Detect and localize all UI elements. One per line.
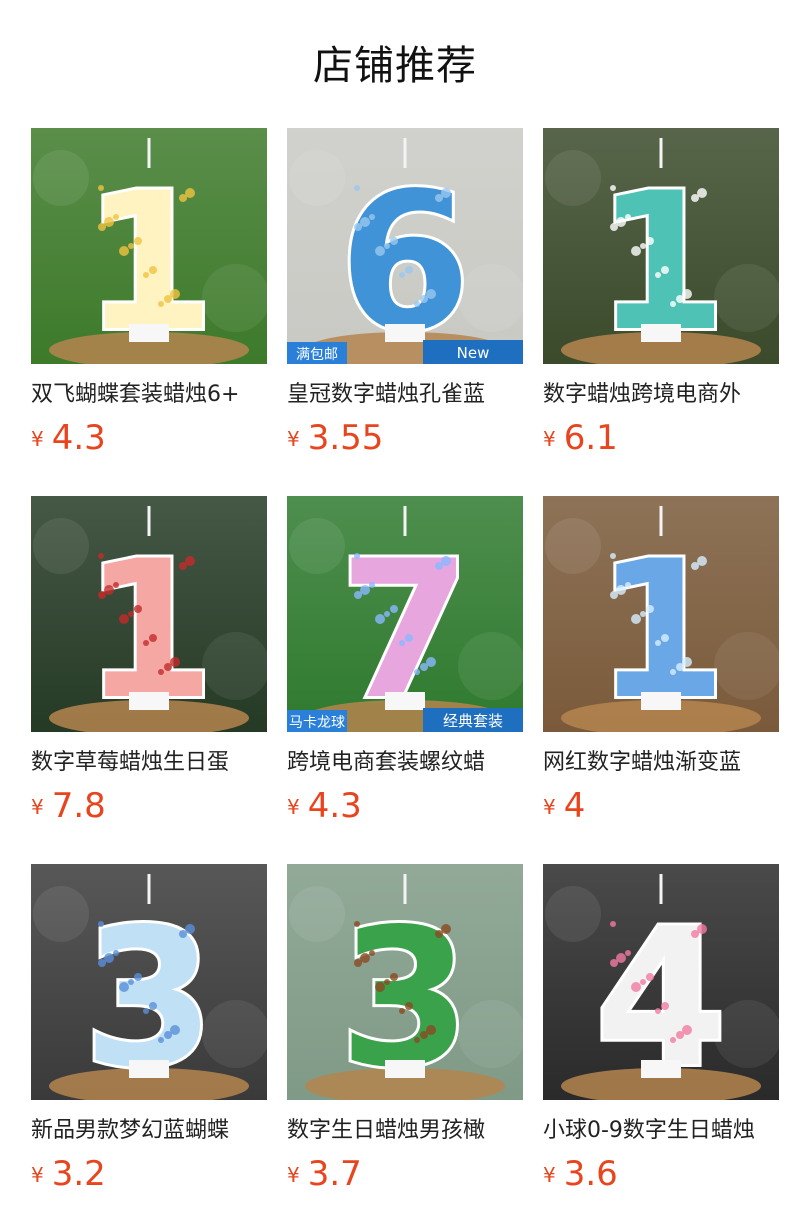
- product-price: ¥4: [543, 786, 585, 826]
- product-grid: 1 双飞蝴蝶套装蜡烛6+ ¥4.3 6 满包邮 New 皇冠数字蜡烛孔雀蓝 ¥3.5…: [31, 128, 779, 1232]
- product-price: ¥4.3: [287, 786, 362, 826]
- price-value: 7.8: [51, 786, 106, 826]
- product-image[interactable]: 1: [31, 496, 267, 732]
- product-name[interactable]: 数字生日蜡烛男孩橄: [287, 1116, 523, 1146]
- product-card[interactable]: 1 数字草莓蜡烛生日蛋 ¥7.8: [31, 496, 267, 864]
- product-image[interactable]: 6 满包邮 New: [287, 128, 523, 364]
- page-title: 店铺推荐: [313, 43, 477, 89]
- candle-illustration: 1: [31, 128, 267, 364]
- product-price: ¥3.55: [287, 418, 383, 458]
- product-card[interactable]: 4 小球0-9数字生日蜡烛 ¥3.6: [543, 864, 779, 1232]
- currency-symbol: ¥: [543, 427, 556, 451]
- candle-illustration: 4: [543, 864, 779, 1100]
- product-card[interactable]: 1 双飞蝴蝶套装蜡烛6+ ¥4.3: [31, 128, 267, 496]
- product-name[interactable]: 新品男款梦幻蓝蝴蝶: [31, 1116, 267, 1146]
- svg-text:New: New: [457, 344, 490, 362]
- currency-symbol: ¥: [287, 1163, 300, 1187]
- price-value: 3.2: [51, 1154, 106, 1194]
- product-card[interactable]: 3 数字生日蜡烛男孩橄 ¥3.7: [287, 864, 523, 1232]
- price-value: 4.3: [307, 786, 362, 826]
- candle-illustration: 3: [287, 864, 523, 1100]
- price-value: 6.1: [563, 418, 618, 458]
- product-name[interactable]: 数字蜡烛跨境电商外: [543, 380, 779, 410]
- product-card[interactable]: 6 满包邮 New 皇冠数字蜡烛孔雀蓝 ¥3.55: [287, 128, 523, 496]
- candle-illustration: 1: [543, 496, 779, 732]
- product-name[interactable]: 网红数字蜡烛渐变蓝: [543, 748, 779, 778]
- currency-symbol: ¥: [287, 427, 300, 451]
- product-card[interactable]: 1 数字蜡烛跨境电商外 ¥6.1: [543, 128, 779, 496]
- product-image[interactable]: 3: [287, 864, 523, 1100]
- product-card[interactable]: 7 马卡龙球 经典套装 跨境电商套装螺纹蜡 ¥4.3: [287, 496, 523, 864]
- product-price: ¥3.2: [31, 1154, 106, 1194]
- candle-illustration: 3: [31, 864, 267, 1100]
- currency-symbol: ¥: [287, 795, 300, 819]
- price-value: 3.7: [307, 1154, 362, 1194]
- product-price: ¥4.3: [31, 418, 106, 458]
- product-card[interactable]: 1 网红数字蜡烛渐变蓝 ¥4: [543, 496, 779, 864]
- product-price: ¥3.6: [543, 1154, 618, 1194]
- product-image[interactable]: 1: [543, 496, 779, 732]
- product-card[interactable]: 3 新品男款梦幻蓝蝴蝶 ¥3.2: [31, 864, 267, 1232]
- svg-text:马卡龙球: 马卡龙球: [289, 715, 345, 731]
- product-name[interactable]: 跨境电商套装螺纹蜡: [287, 748, 523, 778]
- product-image[interactable]: 4: [543, 864, 779, 1100]
- candle-illustration: 1: [543, 128, 779, 364]
- product-name[interactable]: 双飞蝴蝶套装蜡烛6+: [31, 380, 267, 410]
- candle-illustration: 7马卡龙球 经典套装: [287, 496, 523, 732]
- product-name[interactable]: 数字草莓蜡烛生日蛋: [31, 748, 267, 778]
- candle-illustration: 6满包邮 New: [287, 128, 523, 364]
- currency-symbol: ¥: [31, 795, 44, 819]
- product-price: ¥7.8: [31, 786, 106, 826]
- svg-text:满包邮: 满包邮: [296, 347, 338, 363]
- currency-symbol: ¥: [31, 1163, 44, 1187]
- price-value: 3.6: [563, 1154, 618, 1194]
- product-image[interactable]: 1: [31, 128, 267, 364]
- price-value: 4: [563, 786, 586, 826]
- currency-symbol: ¥: [31, 427, 44, 451]
- price-value: 4.3: [51, 418, 106, 458]
- svg-text:经典套装: 经典套装: [443, 712, 503, 730]
- candle-illustration: 1: [31, 496, 267, 732]
- price-value: 3.55: [307, 418, 384, 458]
- currency-symbol: ¥: [543, 1163, 556, 1187]
- product-name[interactable]: 小球0-9数字生日蜡烛: [543, 1116, 779, 1146]
- product-image[interactable]: 1: [543, 128, 779, 364]
- product-price: ¥3.7: [287, 1154, 362, 1194]
- product-price: ¥6.1: [543, 418, 618, 458]
- currency-symbol: ¥: [543, 795, 556, 819]
- product-image[interactable]: 3: [31, 864, 267, 1100]
- product-name[interactable]: 皇冠数字蜡烛孔雀蓝: [287, 380, 523, 410]
- product-image[interactable]: 7 马卡龙球 经典套装: [287, 496, 523, 732]
